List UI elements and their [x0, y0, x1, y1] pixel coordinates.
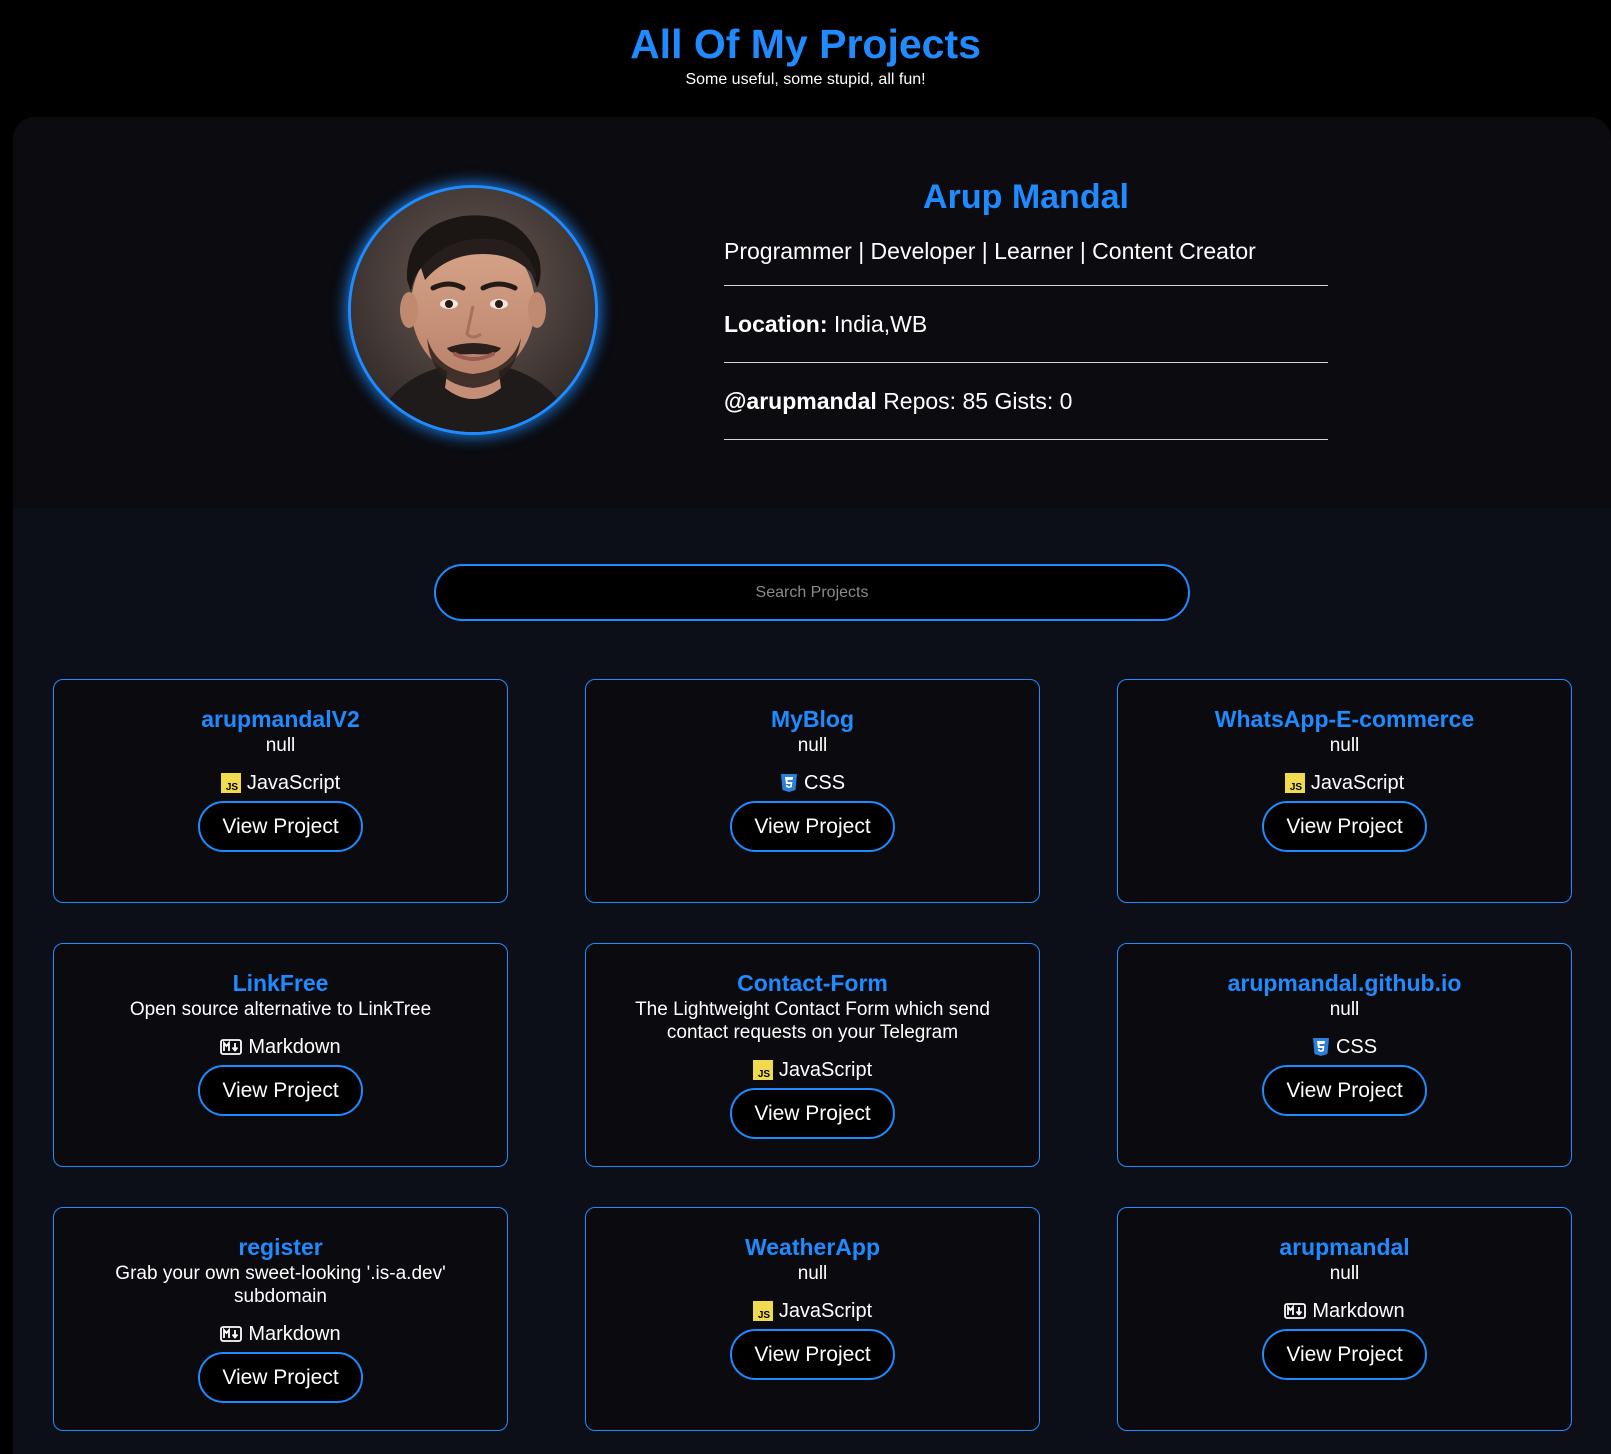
profile-section: Arup Mandal Programmer | Developer | Lea… — [13, 117, 1611, 508]
svg-text:JS: JS — [758, 1069, 771, 1080]
search-input[interactable] — [436, 565, 1188, 620]
javascript-icon: JS — [1284, 773, 1305, 793]
project-description: null — [1329, 999, 1360, 1020]
site-header: All Of My Projects Some useful, some stu… — [0, 0, 1611, 117]
svg-text:JS: JS — [226, 782, 239, 793]
location-label: Location: — [724, 311, 828, 337]
profile-photo — [351, 188, 595, 432]
project-card: MyBlog null CSS View Project — [585, 679, 1040, 903]
project-description: Open source alternative to LinkTree — [129, 999, 432, 1020]
view-project-button[interactable]: View Project — [730, 801, 895, 852]
project-card: arupmandal.github.io null CSS View Proje… — [1117, 943, 1572, 1167]
project-card: arupmandal null Markdown View Project — [1117, 1207, 1572, 1431]
project-language: Markdown — [1284, 1299, 1405, 1323]
project-description: null — [1329, 735, 1360, 756]
project-title: WhatsApp-E-commerce — [1214, 706, 1475, 732]
view-project-button[interactable]: View Project — [198, 1065, 363, 1116]
language-name: CSS — [1335, 1036, 1378, 1058]
language-name: JavaScript — [246, 772, 341, 794]
css-icon — [1312, 1037, 1330, 1057]
project-title: arupmandal.github.io — [1227, 970, 1462, 996]
project-card: Contact-Form The Lightweight Contact For… — [585, 943, 1040, 1167]
project-language: JS JavaScript — [220, 771, 341, 795]
project-title: arupmandal — [1279, 1234, 1410, 1260]
page-subtitle: Some useful, some stupid, all fun! — [685, 71, 926, 88]
avatar — [348, 185, 598, 435]
project-language: CSS — [1312, 1035, 1377, 1059]
search-bar — [434, 564, 1190, 621]
projects-grid: arupmandalV2 null JS JavaScript View Pro… — [53, 679, 1586, 1431]
project-description: The Lightweight Contact Form which send … — [635, 999, 990, 1043]
javascript-icon: JS — [752, 1301, 773, 1321]
css-icon — [780, 773, 798, 793]
profile-tagline: Programmer | Developer | Learner | Conte… — [724, 238, 1256, 264]
gists-count: 0 — [1059, 388, 1073, 414]
project-title: LinkFree — [232, 970, 329, 996]
repos-label: Repos: — [883, 388, 957, 414]
page: All Of My Projects Some useful, some stu… — [0, 0, 1611, 1454]
profile-tagline-row: Programmer | Developer | Learner | Conte… — [724, 217, 1328, 286]
markdown-icon — [1284, 1303, 1307, 1319]
profile-location-row: Location: India,WB — [724, 286, 1328, 363]
project-description: null — [797, 735, 828, 756]
project-title: MyBlog — [770, 706, 855, 732]
language-name: CSS — [803, 772, 846, 794]
gists-label: Gists: — [994, 388, 1054, 414]
project-language: CSS — [780, 771, 845, 795]
profile-name: Arup Mandal — [923, 178, 1129, 216]
project-title: WeatherApp — [744, 1234, 881, 1260]
project-description: null — [1329, 1263, 1360, 1284]
location-value: India,WB — [833, 311, 928, 337]
project-language: JS JavaScript — [752, 1299, 873, 1323]
javascript-icon: JS — [752, 1060, 773, 1080]
repos-count: 85 — [962, 388, 989, 414]
project-card: LinkFree Open source alternative to Link… — [53, 943, 508, 1167]
language-name: JavaScript — [778, 1300, 873, 1322]
view-project-button[interactable]: View Project — [730, 1088, 895, 1139]
javascript-icon: JS — [220, 773, 241, 793]
project-language: JS JavaScript — [1284, 771, 1405, 795]
language-name: JavaScript — [778, 1059, 873, 1081]
page-title: All Of My Projects — [630, 21, 981, 67]
project-description: null — [265, 735, 296, 756]
language-name: JavaScript — [1310, 772, 1405, 794]
github-handle: @arupmandal — [724, 388, 877, 414]
view-project-button[interactable]: View Project — [198, 1352, 363, 1403]
project-description: null — [797, 1263, 828, 1284]
project-title: Contact-Form — [737, 970, 888, 996]
markdown-icon — [220, 1039, 243, 1055]
markdown-icon — [220, 1326, 243, 1342]
main-panel: Arup Mandal Programmer | Developer | Lea… — [13, 117, 1611, 1454]
view-project-button[interactable]: View Project — [1262, 1329, 1427, 1380]
project-card: WeatherApp null JS JavaScript View Proje… — [585, 1207, 1040, 1431]
view-project-button[interactable]: View Project — [198, 801, 363, 852]
project-language: JS JavaScript — [752, 1058, 873, 1082]
project-description: Grab your own sweet-looking '.is-a.dev' … — [115, 1263, 446, 1307]
view-project-button[interactable]: View Project — [1262, 801, 1427, 852]
project-title: register — [238, 1234, 323, 1260]
project-card: WhatsApp-E-commerce null JS JavaScript V… — [1117, 679, 1572, 903]
language-name: Markdown — [1312, 1300, 1405, 1322]
language-name: Markdown — [248, 1036, 341, 1058]
project-language: Markdown — [220, 1322, 341, 1346]
project-title: arupmandalV2 — [201, 706, 360, 732]
profile-info: Arup Mandal Programmer | Developer | Lea… — [724, 177, 1328, 440]
profile-stats-row: @arupmandal Repos: 85 Gists: 0 — [724, 363, 1328, 440]
view-project-button[interactable]: View Project — [1262, 1065, 1427, 1116]
project-card: arupmandalV2 null JS JavaScript View Pro… — [53, 679, 508, 903]
project-language: Markdown — [220, 1035, 341, 1059]
project-card: register Grab your own sweet-looking '.i… — [53, 1207, 508, 1431]
svg-text:JS: JS — [1290, 782, 1303, 793]
svg-text:JS: JS — [758, 1310, 771, 1321]
view-project-button[interactable]: View Project — [730, 1329, 895, 1380]
language-name: Markdown — [248, 1323, 341, 1345]
